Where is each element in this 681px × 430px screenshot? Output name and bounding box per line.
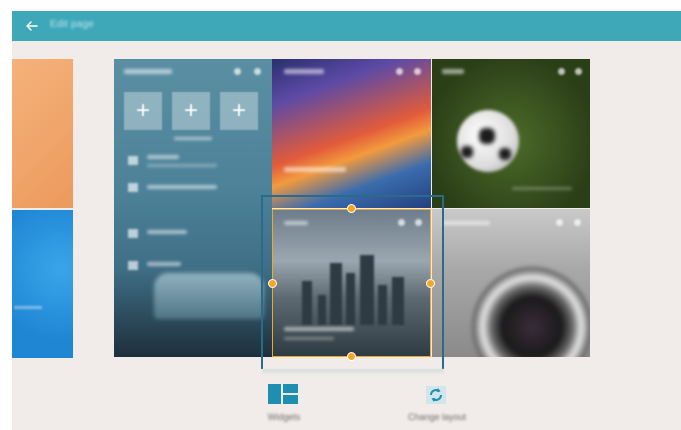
more-dot: [234, 68, 241, 75]
sound-icon: [128, 261, 138, 270]
resize-box[interactable]: [272, 209, 431, 357]
change-layout-button[interactable]: Change layout: [392, 384, 482, 430]
adjacent-page-preview-top[interactable]: [12, 59, 73, 208]
add-shortcut-button[interactable]: +: [124, 92, 162, 130]
resize-handle-right[interactable]: [426, 279, 435, 288]
widgets-label: Widgets: [267, 412, 301, 422]
sport-panel[interactable]: [432, 59, 590, 208]
resize-handle-left[interactable]: [268, 279, 277, 288]
connections-icon: [128, 183, 138, 192]
change-layout-label: Change layout: [407, 412, 467, 422]
refresh-icon: [426, 386, 446, 404]
quick-settings-panel[interactable]: + + +: [114, 59, 272, 357]
widgets-grid-icon: [268, 384, 298, 404]
photo-panel[interactable]: [432, 209, 590, 357]
bottom-toolbar: [12, 369, 681, 430]
display-icon: [128, 156, 138, 165]
wallpaper-icon: [128, 229, 138, 238]
sofa-image: [154, 273, 264, 319]
resize-handle-top[interactable]: [347, 204, 356, 213]
page-title: Edit page: [50, 19, 95, 30]
widgets-button[interactable]: Widgets: [254, 384, 314, 430]
edit-page-screen: Edit page + + + Widgets Change layout: [12, 11, 681, 430]
back-arrow-icon[interactable]: [22, 16, 42, 36]
add-shortcut-button[interactable]: +: [172, 92, 210, 130]
camera-lens-image: [472, 267, 590, 357]
art-panel[interactable]: [272, 59, 431, 208]
add-shortcut-button[interactable]: +: [220, 92, 258, 130]
resize-handle-bottom[interactable]: [347, 352, 356, 361]
top-app-bar: Edit page: [12, 11, 681, 41]
adjacent-page-preview-bottom[interactable]: [12, 210, 73, 358]
soccer-ball-image: [457, 110, 519, 172]
panel-title-blurred: [124, 69, 172, 74]
more-dot: [254, 68, 261, 75]
